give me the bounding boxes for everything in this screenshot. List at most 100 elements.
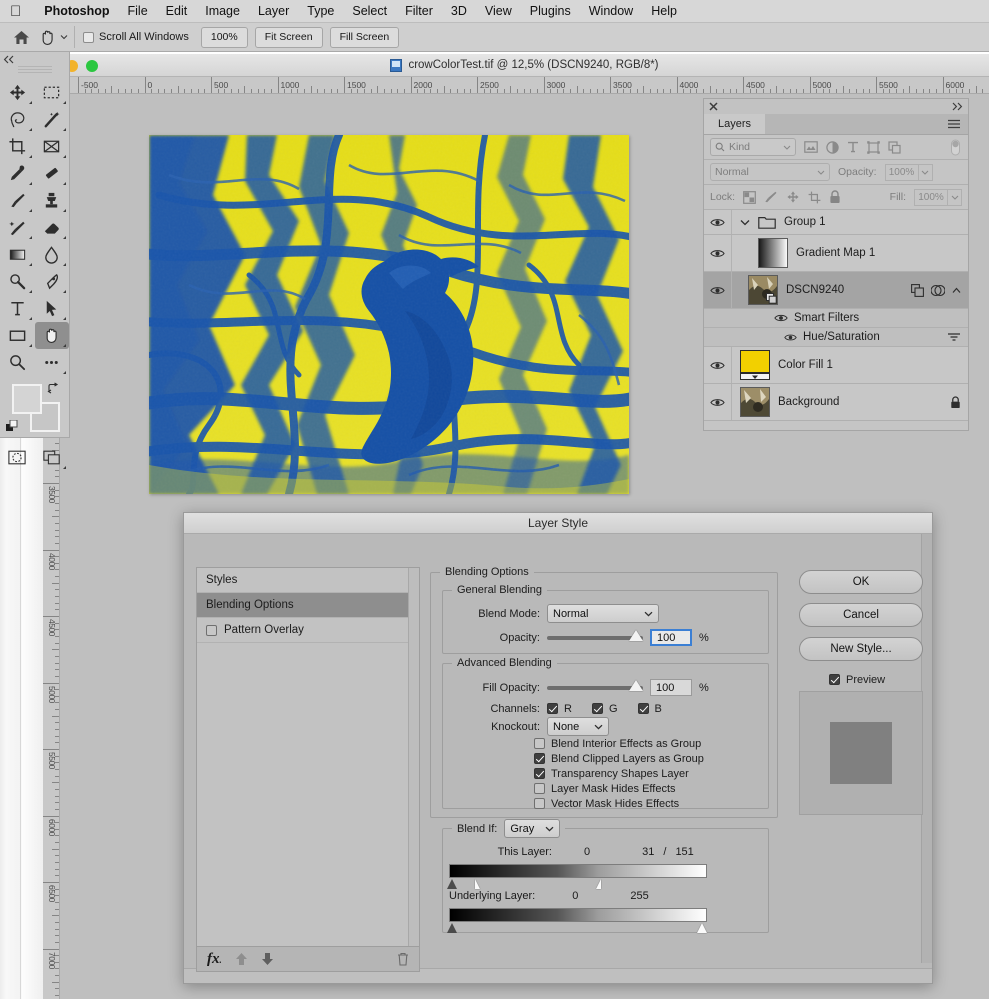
- clone-stamp-tool[interactable]: [35, 187, 70, 214]
- magic-wand-tool[interactable]: [35, 106, 70, 133]
- pen-tool[interactable]: [35, 268, 70, 295]
- scroll-all-windows-checkbox[interactable]: Scroll All Windows: [83, 31, 189, 43]
- zoom-100-button[interactable]: 100%: [200, 26, 248, 48]
- smart-object-filter-icon[interactable]: [888, 140, 901, 154]
- adjustment-filter-icon[interactable]: [826, 140, 839, 154]
- lock-all-icon[interactable]: [829, 190, 841, 204]
- new-style-button[interactable]: New Style...: [799, 637, 923, 661]
- layer-thumbnail[interactable]: [740, 387, 770, 417]
- visibility-toggle[interactable]: [704, 384, 732, 420]
- smart-object-badge-icon[interactable]: [911, 283, 924, 297]
- active-tool-preset[interactable]: [34, 26, 75, 48]
- opacity-slider-knob[interactable]: [629, 629, 643, 641]
- apple-logo-icon[interactable]: : [10, 4, 21, 19]
- brush-tool[interactable]: [0, 187, 35, 214]
- layer-thumbnail[interactable]: [748, 275, 778, 305]
- menu-item-type[interactable]: Type: [298, 4, 343, 18]
- fill-opacity-slider-knob[interactable]: [629, 679, 643, 691]
- crop-tool[interactable]: [0, 133, 35, 160]
- screen-mode-icon[interactable]: [35, 444, 70, 471]
- layer-effects-icon[interactable]: [931, 284, 945, 297]
- layer-thumbnail[interactable]: [740, 350, 770, 380]
- pattern-overlay-checkbox[interactable]: [206, 624, 217, 636]
- history-brush-tool[interactable]: [0, 214, 35, 241]
- this-layer-white-stop-high[interactable]: [596, 879, 601, 889]
- layer-row-gradient-map-1[interactable]: Gradient Map 1: [704, 235, 968, 272]
- move-down-icon[interactable]: [261, 952, 274, 966]
- menu-item-edit[interactable]: Edit: [157, 4, 197, 18]
- home-icon[interactable]: [8, 26, 34, 48]
- group-disclosure-icon[interactable]: [740, 219, 750, 226]
- tools-panel-collapse[interactable]: [0, 52, 69, 66]
- fill-opacity-slider[interactable]: [547, 679, 643, 691]
- this-layer-white-stop-low[interactable]: [475, 879, 480, 889]
- visibility-toggle[interactable]: [704, 235, 732, 271]
- rectangle-tool[interactable]: [0, 322, 35, 349]
- channel-g-checkbox[interactable]: G: [591, 701, 618, 716]
- collapse-caret-icon[interactable]: [952, 287, 961, 294]
- eraser-tool[interactable]: [35, 214, 70, 241]
- swap-colors-icon[interactable]: [47, 382, 59, 394]
- underlying-layer-black-stop[interactable]: [447, 923, 457, 933]
- crow-photo-canvas[interactable]: [149, 135, 629, 494]
- double-chevron-right-icon[interactable]: [951, 102, 963, 111]
- hand-tool[interactable]: [34, 322, 69, 349]
- type-tool[interactable]: [0, 295, 35, 322]
- layers-fill-stepper[interactable]: [948, 188, 962, 206]
- lock-transparency-icon[interactable]: [743, 190, 757, 204]
- dodge-tool[interactable]: [0, 268, 35, 295]
- this-layer-black-stop[interactable]: [447, 879, 457, 889]
- pixel-filter-icon[interactable]: [804, 141, 818, 153]
- frame-tool[interactable]: [35, 133, 70, 160]
- tab-layers[interactable]: Layers: [704, 114, 766, 134]
- lock-position-icon[interactable]: [786, 190, 800, 204]
- layers-opacity-stepper[interactable]: [918, 163, 933, 181]
- preview-checkbox[interactable]: Preview: [829, 672, 885, 687]
- menu-item-window[interactable]: Window: [580, 4, 642, 18]
- styles-list-item-pattern-overlay[interactable]: Pattern Overlay: [197, 618, 419, 643]
- maximize-button[interactable]: [86, 60, 98, 72]
- menu-item-file[interactable]: File: [119, 4, 157, 18]
- styles-list-item-blending-options[interactable]: Blending Options: [197, 593, 419, 618]
- move-up-icon[interactable]: [235, 952, 248, 966]
- shape-filter-icon[interactable]: [867, 140, 880, 154]
- layers-fill-value[interactable]: 100%: [914, 188, 948, 206]
- visibility-toggle[interactable]: [704, 210, 732, 234]
- vector-mask-hides-effects-checkbox[interactable]: Vector Mask Hides Effects: [534, 796, 704, 811]
- visibility-toggle[interactable]: [774, 313, 788, 323]
- lock-artboard-icon[interactable]: [808, 191, 821, 204]
- opacity-slider[interactable]: [547, 629, 643, 641]
- layers-blend-mode-select[interactable]: Normal: [710, 163, 830, 181]
- menu-item-plugins[interactable]: Plugins: [521, 4, 580, 18]
- lock-image-icon[interactable]: [764, 190, 778, 204]
- opacity-input[interactable]: 100: [650, 629, 692, 646]
- layer-row-hue-saturation[interactable]: Hue/Saturation: [704, 328, 968, 347]
- fill-screen-button[interactable]: Fill Screen: [329, 26, 400, 48]
- layer-row-color-fill-1[interactable]: Color Fill 1: [704, 347, 968, 384]
- layer-row-dscn9240[interactable]: DSCN9240: [704, 272, 968, 309]
- layer-row-group-1[interactable]: Group 1: [704, 210, 968, 235]
- type-filter-icon[interactable]: [847, 141, 859, 153]
- styles-list-item-styles[interactable]: Styles: [197, 568, 419, 593]
- visibility-toggle[interactable]: [704, 272, 732, 308]
- blend-mode-select[interactable]: Normal: [547, 604, 659, 623]
- panel-menu-icon[interactable]: [947, 114, 968, 134]
- close-icon[interactable]: [709, 102, 718, 111]
- zoom-tool[interactable]: [0, 349, 35, 376]
- channel-r-checkbox[interactable]: R: [547, 701, 572, 716]
- cancel-button[interactable]: Cancel: [799, 603, 923, 627]
- channel-b-checkbox[interactable]: B: [637, 701, 662, 716]
- underlying-layer-ramp[interactable]: [447, 908, 711, 934]
- default-colors-icon[interactable]: [6, 420, 19, 433]
- fx-icon[interactable]: fx.: [207, 951, 222, 968]
- menu-item-filter[interactable]: Filter: [396, 4, 442, 18]
- fill-opacity-input[interactable]: 100: [650, 679, 692, 696]
- menu-item-select[interactable]: Select: [343, 4, 396, 18]
- filter-options-icon[interactable]: [947, 332, 961, 343]
- lasso-tool[interactable]: [0, 106, 35, 133]
- layer-row-smart-filters[interactable]: Smart Filters: [704, 309, 968, 328]
- underlying-layer-white-stop[interactable]: [697, 923, 707, 933]
- visibility-toggle[interactable]: [784, 333, 797, 342]
- layers-opacity-value[interactable]: 100%: [884, 163, 919, 181]
- healing-brush-tool[interactable]: [35, 160, 70, 187]
